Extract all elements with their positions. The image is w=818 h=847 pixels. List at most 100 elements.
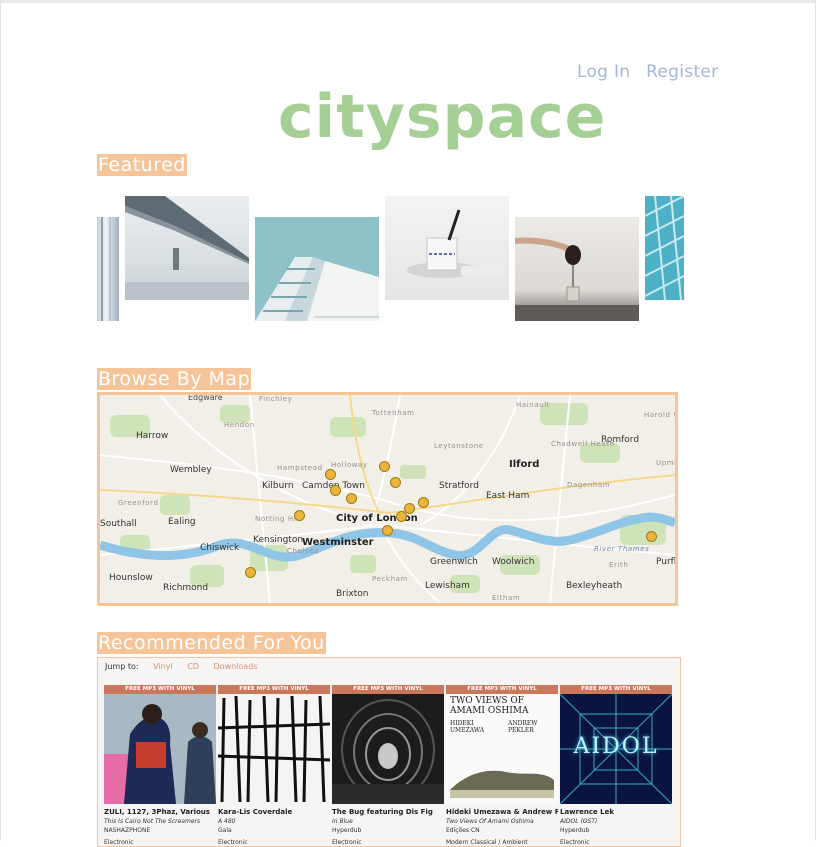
map-label: Leytonstone	[434, 442, 484, 450]
map-label: Bexleyheath	[566, 581, 623, 591]
format-badge: FREE MP3 WITH VINYL	[218, 685, 330, 694]
map-label: Southall	[100, 519, 137, 529]
album-cover[interactable]	[104, 694, 216, 804]
location-pin-icon[interactable]	[646, 531, 657, 542]
map-label: Richmond	[163, 583, 209, 593]
record-card[interactable]: FREE MP3 WITH VINYL The Bug featuring Di…	[332, 685, 444, 846]
album-title[interactable]: This Is Cairo Not The Screamers	[104, 818, 216, 825]
map-label: Hampstead	[277, 464, 323, 472]
cover-text: AIDOL	[573, 734, 659, 759]
map-label: Greenford	[118, 499, 159, 507]
record-card[interactable]: FREE MP3 WITH VINYL Kara-Lis Coverdale A	[218, 685, 330, 846]
artist-name[interactable]: ZULI, 1127, 3Phaz, Various	[104, 808, 216, 816]
map-label: Kensington	[253, 535, 304, 545]
site-logo[interactable]: cityspace	[278, 82, 606, 152]
featured-image[interactable]	[255, 217, 379, 321]
location-pin-icon[interactable]	[418, 497, 429, 508]
featured-carousel[interactable]	[97, 180, 684, 344]
map-label: Holloway	[331, 461, 368, 469]
map-label: Hendon	[224, 421, 255, 429]
album-cover[interactable]	[218, 694, 330, 804]
location-pin-icon[interactable]	[325, 469, 336, 480]
artist-name[interactable]: Lawrence Lek	[560, 808, 672, 816]
map-label: Kilburn	[262, 481, 294, 491]
location-pin-icon[interactable]	[245, 567, 256, 578]
artist-name[interactable]: Kara-Lis Coverdale	[218, 808, 330, 816]
login-link[interactable]: Log In	[577, 62, 630, 82]
map-label: Chadwell Heath	[551, 440, 615, 448]
format-badge: FREE MP3 WITH VINYL	[104, 685, 216, 694]
map-label: Ealing	[168, 517, 196, 527]
register-link[interactable]: Register	[646, 62, 718, 82]
jump-label: Jump to:	[105, 662, 139, 671]
artist-name[interactable]: Hideki Umezawa & Andrew Pe...	[446, 808, 558, 816]
recommended-panel: Jump to: Vinyl CD Downloads FREE MP3 WIT…	[97, 657, 681, 847]
map-label: Hainault	[516, 401, 551, 409]
jump-link-vinyl[interactable]: Vinyl	[153, 662, 173, 671]
featured-image[interactable]	[97, 217, 119, 321]
record-card[interactable]: FREE MP3 WITH VINYL AIDOL Lawrence Lek A…	[560, 685, 672, 846]
location-pin-icon[interactable]	[382, 525, 393, 536]
location-pin-icon[interactable]	[294, 510, 305, 521]
map-label: Harrow	[136, 431, 169, 441]
map-label: Dagenham	[567, 481, 611, 489]
record-label: Gala	[218, 827, 232, 834]
artist-name[interactable]: The Bug featuring Dis Fig	[332, 808, 444, 816]
featured-image[interactable]	[645, 196, 684, 300]
record-label: Edições CN	[446, 827, 480, 834]
album-cover[interactable]	[332, 694, 444, 804]
format-badge: FREE MP3 WITH VINYL	[560, 685, 672, 694]
album-title[interactable]: Two Views Of Amami Oshima	[446, 818, 558, 825]
london-map[interactable]: Edgware Harrow Wembley Kilburn Camden To…	[97, 392, 678, 606]
map-label: Stratford	[439, 481, 479, 491]
featured-image[interactable]	[515, 217, 639, 321]
record-label: NASHAZPHONE	[104, 827, 151, 834]
location-pin-icon[interactable]	[330, 485, 341, 496]
record-card[interactable]: FREE MP3 WITH VINYL ZULI, 1127, 3Phaz, V…	[104, 685, 216, 846]
location-pin-icon[interactable]	[346, 493, 357, 504]
album-title[interactable]: AIDOL (OST)	[560, 818, 672, 825]
album-title[interactable]: A 480	[218, 818, 330, 825]
map-label: Lewisham	[425, 581, 470, 591]
jump-to-nav: Jump to: Vinyl CD Downloads	[105, 662, 257, 671]
map-label: Finchley	[259, 395, 293, 403]
map-heading: Browse By Map	[97, 368, 252, 390]
map-label: East Ham	[486, 491, 530, 501]
map-label: Tottenham	[372, 409, 415, 417]
genre: Electronic	[332, 839, 362, 846]
map-label: Erith	[609, 561, 629, 569]
jump-link-downloads[interactable]: Downloads	[214, 662, 258, 671]
map-label: Purfleet	[656, 557, 677, 567]
map-label: Upminster	[656, 459, 677, 467]
map-label: Wembley	[170, 465, 212, 475]
map-label: Hounslow	[109, 573, 153, 583]
auth-links: Log In Register	[577, 62, 728, 82]
map-label: Chelsea	[287, 547, 320, 555]
featured-image[interactable]	[385, 196, 509, 300]
map-label: River Thames	[594, 545, 650, 553]
map-label: Greenwich	[430, 557, 478, 567]
record-label: Hyperdub	[560, 827, 590, 834]
location-pin-icon[interactable]	[396, 511, 407, 522]
map-label: Ilford	[509, 459, 540, 470]
map-label: Brixton	[336, 589, 369, 599]
recommended-heading: Recommended For You	[97, 632, 326, 654]
location-pin-icon[interactable]	[379, 461, 390, 472]
map-label: Harold Wood	[644, 411, 675, 419]
genre: Modern Classical / Ambient	[446, 839, 528, 846]
album-cover[interactable]: AIDOL	[560, 694, 672, 804]
record-label: Hyperdub	[332, 827, 362, 834]
genre: Electronic	[560, 839, 590, 846]
genre: Electronic	[218, 839, 248, 846]
record-card[interactable]: FREE MP3 WITH VINYL TWO VIEWS OF AMAMI O…	[446, 685, 558, 846]
map-label: Eltham	[492, 594, 521, 602]
album-cover[interactable]: TWO VIEWS OF AMAMI OSHIMA HIDEKI ANDREW …	[446, 694, 558, 804]
album-title[interactable]: In Blue	[332, 818, 444, 825]
format-badge: FREE MP3 WITH VINYL	[332, 685, 444, 694]
map-label: Woolwich	[492, 557, 535, 567]
featured-image[interactable]	[125, 196, 249, 300]
map-label: Peckham	[372, 575, 408, 583]
featured-heading: Featured	[97, 154, 187, 176]
location-pin-icon[interactable]	[390, 477, 401, 488]
jump-link-cd[interactable]: CD	[187, 662, 199, 671]
